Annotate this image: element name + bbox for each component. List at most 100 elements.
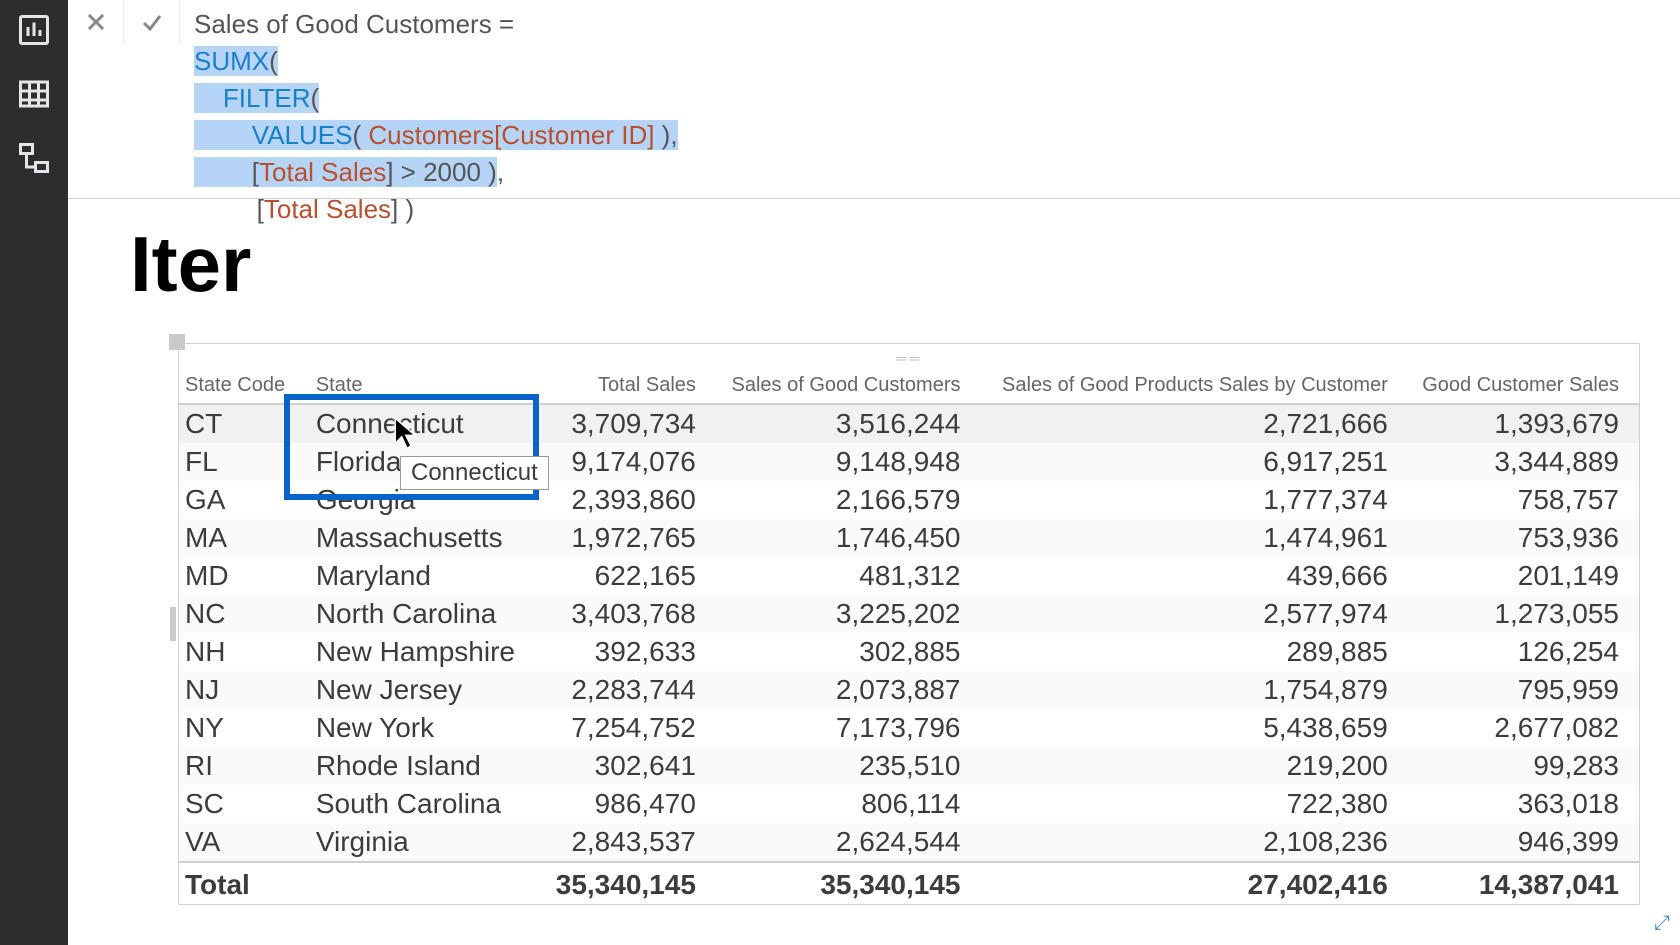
- cell-total[interactable]: 986,470: [543, 785, 715, 823]
- cell-good_prod[interactable]: 219,200: [981, 747, 1408, 785]
- cell-good_prod[interactable]: 289,885: [981, 633, 1408, 671]
- col-good-customer-sales[interactable]: Good Customer Sales: [1408, 344, 1639, 404]
- cell-good_prod[interactable]: 6,917,251: [981, 443, 1408, 481]
- cell-code[interactable]: GA: [179, 481, 310, 519]
- cell-code[interactable]: NC: [179, 595, 310, 633]
- table-row[interactable]: FLFlorida9,174,0769,148,9486,917,2513,34…: [179, 443, 1639, 481]
- cell-good_cust[interactable]: 302,885: [716, 633, 981, 671]
- cell-good_prod[interactable]: 439,666: [981, 557, 1408, 595]
- cell-code[interactable]: MD: [179, 557, 310, 595]
- table-row[interactable]: NYNew York7,254,7527,173,7965,438,6592,6…: [179, 709, 1639, 747]
- table-row[interactable]: NJNew Jersey2,283,7442,073,8871,754,8797…: [179, 671, 1639, 709]
- data-view-icon[interactable]: [16, 76, 52, 112]
- table-row[interactable]: MAMassachusetts1,972,7651,746,4501,474,9…: [179, 519, 1639, 557]
- cell-code[interactable]: CT: [179, 404, 310, 443]
- cell-state[interactable]: Massachusetts: [310, 519, 544, 557]
- table-row[interactable]: RIRhode Island302,641235,510219,20099,28…: [179, 747, 1639, 785]
- formula-accept-button[interactable]: [124, 0, 180, 44]
- cell-total[interactable]: 1,972,765: [543, 519, 715, 557]
- cell-total[interactable]: 3,709,734: [543, 404, 715, 443]
- cell-gcs[interactable]: 99,283: [1408, 747, 1639, 785]
- table-row[interactable]: GAGeorgia2,393,8602,166,5791,777,374758,…: [179, 481, 1639, 519]
- col-sales-good-customers[interactable]: Sales of Good Customers: [716, 344, 981, 404]
- cell-total[interactable]: 3,403,768: [543, 595, 715, 633]
- cell-state[interactable]: Connecticut: [310, 404, 544, 443]
- cell-gcs[interactable]: 3,344,889: [1408, 443, 1639, 481]
- cell-state[interactable]: Virginia: [310, 823, 544, 862]
- cell-good_cust[interactable]: 7,173,796: [716, 709, 981, 747]
- cell-gcs[interactable]: 2,677,082: [1408, 709, 1639, 747]
- resize-grip-left[interactable]: [170, 607, 176, 641]
- cell-state[interactable]: New York: [310, 709, 544, 747]
- cell-good_prod[interactable]: 5,438,659: [981, 709, 1408, 747]
- cell-state[interactable]: South Carolina: [310, 785, 544, 823]
- cell-good_cust[interactable]: 2,166,579: [716, 481, 981, 519]
- cell-good_prod[interactable]: 2,577,974: [981, 595, 1408, 633]
- cell-gcs[interactable]: 201,149: [1408, 557, 1639, 595]
- cell-state[interactable]: New Jersey: [310, 671, 544, 709]
- cell-gcs[interactable]: 753,936: [1408, 519, 1639, 557]
- cell-state[interactable]: Maryland: [310, 557, 544, 595]
- table-visual[interactable]: ══ State Code State Total Sales Sales of…: [178, 343, 1640, 905]
- formula-cancel-button[interactable]: [68, 0, 124, 44]
- report-canvas[interactable]: Iter ══ State Code State Total Sales Sal…: [68, 199, 1680, 945]
- resize-grip-top-left[interactable]: [169, 334, 185, 350]
- col-state[interactable]: State: [310, 344, 544, 404]
- col-state-code[interactable]: State Code: [179, 344, 310, 404]
- table-row[interactable]: MDMaryland622,165481,312439,666201,149: [179, 557, 1639, 595]
- drag-handle-icon[interactable]: ══: [895, 350, 923, 366]
- cell-gcs[interactable]: 946,399: [1408, 823, 1639, 862]
- cell-code[interactable]: NH: [179, 633, 310, 671]
- cell-state[interactable]: Rhode Island: [310, 747, 544, 785]
- cell-state[interactable]: North Carolina: [310, 595, 544, 633]
- cell-good_cust[interactable]: 235,510: [716, 747, 981, 785]
- cell-good_prod[interactable]: 1,777,374: [981, 481, 1408, 519]
- cell-total[interactable]: 9,174,076: [543, 443, 715, 481]
- cell-good_cust[interactable]: 1,746,450: [716, 519, 981, 557]
- table-row[interactable]: CTConnecticut3,709,7343,516,2442,721,666…: [179, 404, 1639, 443]
- table-row[interactable]: VAVirginia2,843,5372,624,5442,108,236946…: [179, 823, 1639, 862]
- cell-gcs[interactable]: 1,393,679: [1408, 404, 1639, 443]
- cell-good_cust[interactable]: 2,073,887: [716, 671, 981, 709]
- cell-code[interactable]: RI: [179, 747, 310, 785]
- cell-gcs[interactable]: 795,959: [1408, 671, 1639, 709]
- col-total-sales[interactable]: Total Sales: [543, 344, 715, 404]
- cell-good_cust[interactable]: 9,148,948: [716, 443, 981, 481]
- cell-gcs[interactable]: 363,018: [1408, 785, 1639, 823]
- cell-good_prod[interactable]: 2,721,666: [981, 404, 1408, 443]
- table-row[interactable]: NHNew Hampshire392,633302,885289,885126,…: [179, 633, 1639, 671]
- cell-good_prod[interactable]: 1,474,961: [981, 519, 1408, 557]
- cell-total[interactable]: 7,254,752: [543, 709, 715, 747]
- cell-good_prod[interactable]: 2,108,236: [981, 823, 1408, 862]
- cell-code[interactable]: VA: [179, 823, 310, 862]
- report-view-icon[interactable]: [16, 12, 52, 48]
- cell-state[interactable]: Georgia: [310, 481, 544, 519]
- cell-good_cust[interactable]: 481,312: [716, 557, 981, 595]
- model-view-icon[interactable]: [16, 140, 52, 176]
- cell-good_cust[interactable]: 806,114: [716, 785, 981, 823]
- cell-code[interactable]: NY: [179, 709, 310, 747]
- cell-code[interactable]: FL: [179, 443, 310, 481]
- cell-good_cust[interactable]: 2,624,544: [716, 823, 981, 862]
- cell-total[interactable]: 2,283,744: [543, 671, 715, 709]
- cell-good_cust[interactable]: 3,516,244: [716, 404, 981, 443]
- cell-state[interactable]: New Hampshire: [310, 633, 544, 671]
- table-row[interactable]: SCSouth Carolina986,470806,114722,380363…: [179, 785, 1639, 823]
- cell-gcs[interactable]: 126,254: [1408, 633, 1639, 671]
- cell-total[interactable]: 2,843,537: [543, 823, 715, 862]
- cell-state[interactable]: Florida: [310, 443, 544, 481]
- cell-total[interactable]: 622,165: [543, 557, 715, 595]
- cell-code[interactable]: MA: [179, 519, 310, 557]
- cell-gcs[interactable]: 758,757: [1408, 481, 1639, 519]
- cell-gcs[interactable]: 1,273,055: [1408, 595, 1639, 633]
- col-sales-good-products[interactable]: Sales of Good Products Sales by Customer: [981, 344, 1408, 404]
- cell-good_cust[interactable]: 3,225,202: [716, 595, 981, 633]
- resize-arrow-icon[interactable]: ⤢: [1654, 912, 1670, 935]
- table-row[interactable]: NCNorth Carolina3,403,7683,225,2022,577,…: [179, 595, 1639, 633]
- cell-good_prod[interactable]: 722,380: [981, 785, 1408, 823]
- cell-total[interactable]: 302,641: [543, 747, 715, 785]
- cell-good_prod[interactable]: 1,754,879: [981, 671, 1408, 709]
- cell-code[interactable]: NJ: [179, 671, 310, 709]
- cell-total[interactable]: 2,393,860: [543, 481, 715, 519]
- cell-total[interactable]: 392,633: [543, 633, 715, 671]
